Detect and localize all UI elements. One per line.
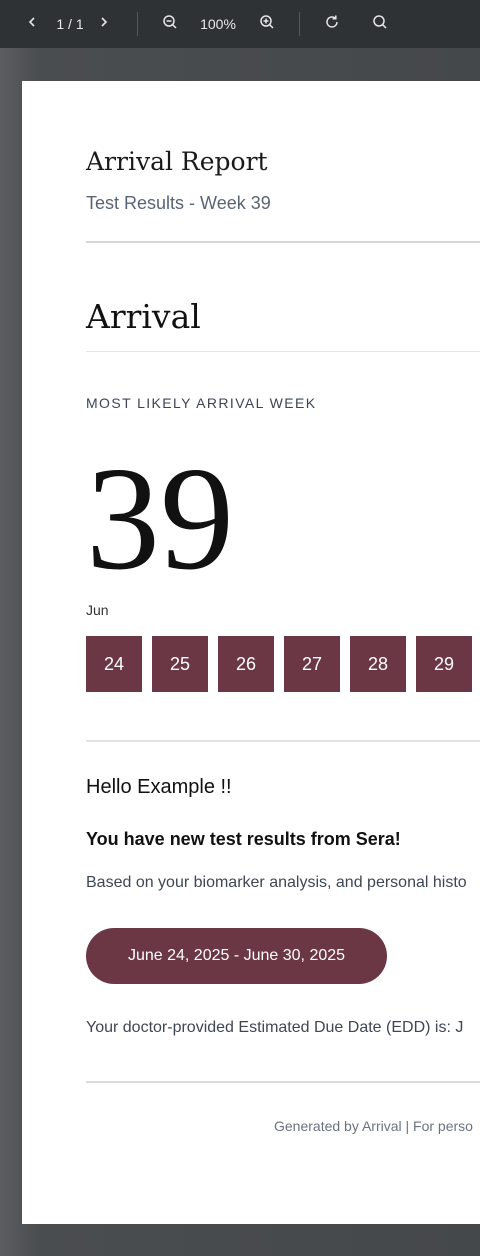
zoom-out-button[interactable] bbox=[158, 0, 182, 48]
analysis-text: Based on your biomarker analysis, and pe… bbox=[86, 874, 467, 891]
day-box: 25 bbox=[152, 636, 208, 692]
divider bbox=[86, 1081, 480, 1083]
search-icon bbox=[372, 14, 388, 35]
footer-text: Generated by Arrival | For perso bbox=[274, 1118, 473, 1134]
pdf-toolbar: 1 / 1 100% bbox=[0, 0, 480, 48]
next-page-button[interactable] bbox=[92, 0, 116, 48]
report-subtitle: Test Results - Week 39 bbox=[86, 193, 271, 213]
month-label: Jun bbox=[86, 602, 109, 618]
divider bbox=[86, 351, 480, 352]
report-page: Arrival Report Test Results - Week 39 Ar… bbox=[22, 81, 480, 1224]
day-box: 24 bbox=[86, 636, 142, 692]
chevron-left-icon bbox=[26, 15, 38, 33]
day-box: 27 bbox=[284, 636, 340, 692]
zoom-out-icon bbox=[162, 14, 178, 35]
rotate-button[interactable] bbox=[320, 0, 344, 48]
divider bbox=[86, 241, 480, 243]
edd-text: Your doctor-provided Estimated Due Date … bbox=[86, 1019, 464, 1036]
zoom-in-button[interactable] bbox=[255, 0, 279, 48]
date-range-badge: June 24, 2025 - June 30, 2025 bbox=[86, 928, 387, 984]
toolbar-divider bbox=[137, 12, 138, 36]
day-box: 29 bbox=[416, 636, 472, 692]
section-heading: Arrival bbox=[86, 297, 201, 336]
greeting: Hello Example !! bbox=[86, 776, 232, 798]
day-strip: 24 25 26 27 28 29 bbox=[86, 636, 480, 692]
page-indicator: 1 / 1 bbox=[56, 16, 84, 32]
rotate-icon bbox=[324, 14, 340, 35]
report-title: Arrival Report bbox=[86, 147, 268, 176]
week-number: 39 bbox=[86, 437, 234, 601]
previous-page-button[interactable] bbox=[20, 0, 44, 48]
day-box: 26 bbox=[218, 636, 274, 692]
zoom-in-icon bbox=[259, 14, 275, 35]
search-button[interactable] bbox=[368, 0, 392, 48]
day-box: 28 bbox=[350, 636, 406, 692]
zoom-level[interactable]: 100% bbox=[196, 0, 240, 48]
likely-week-label: MOST LIKELY ARRIVAL WEEK bbox=[86, 395, 317, 411]
toolbar-divider bbox=[299, 12, 300, 36]
divider bbox=[86, 740, 480, 742]
new-results-heading: You have new test results from Sera! bbox=[86, 829, 401, 849]
chevron-right-icon bbox=[98, 15, 110, 33]
